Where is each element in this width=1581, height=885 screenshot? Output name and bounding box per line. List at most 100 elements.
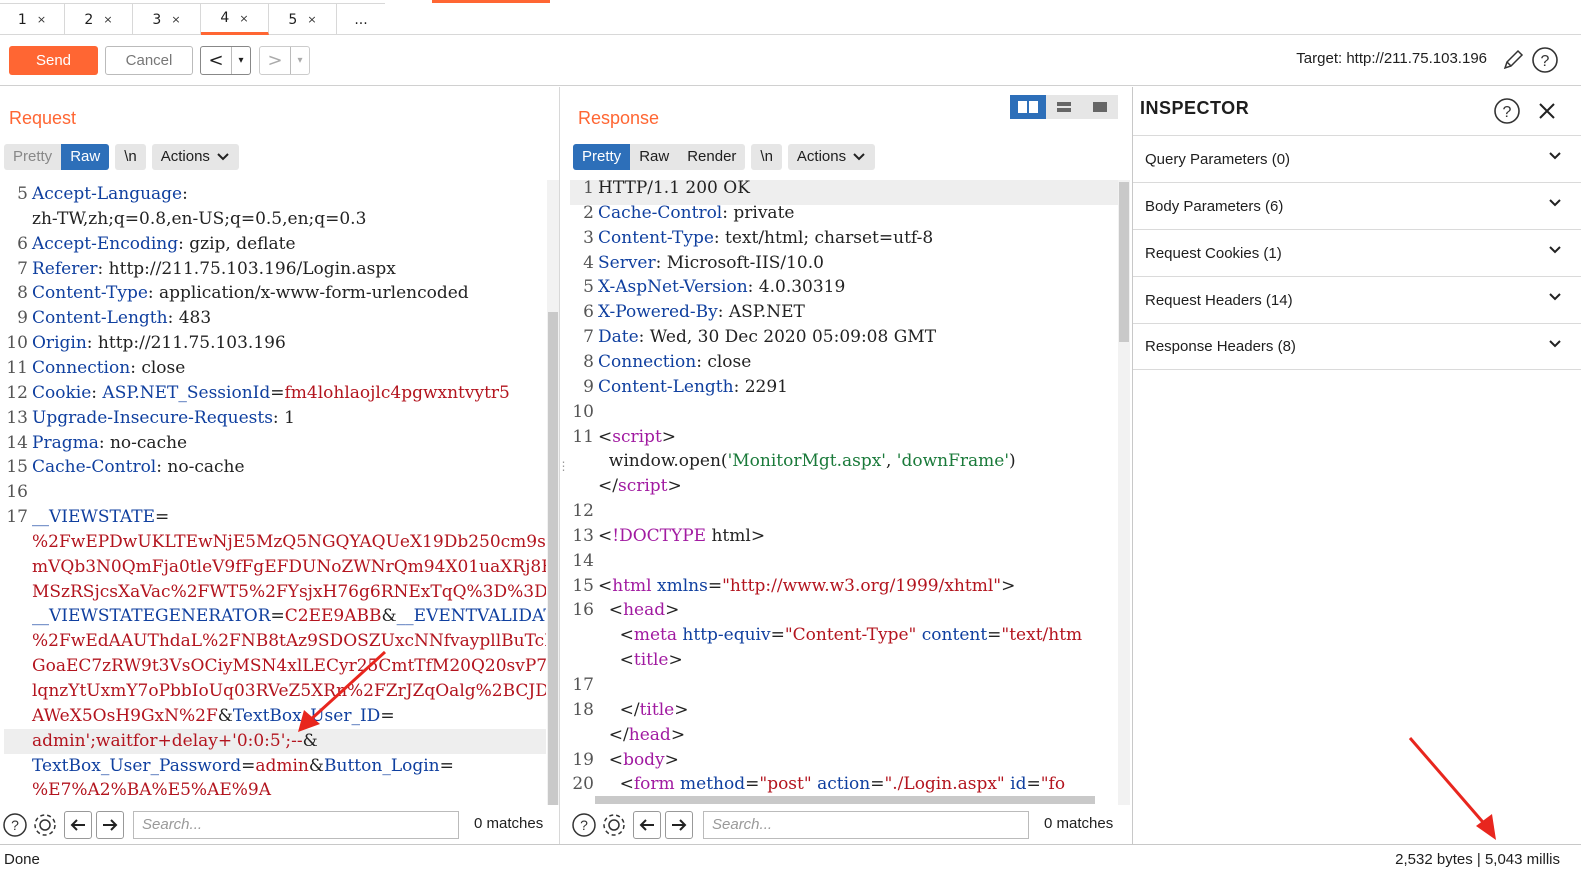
help-icon[interactable]: ?: [1493, 97, 1521, 129]
settings-gear-icon[interactable]: [30, 810, 60, 840]
code-token: admin';waitfor+delay+'0:0:5';--: [32, 730, 303, 751]
line-number: 9: [583, 376, 594, 397]
tab-more[interactable]: ...: [337, 3, 385, 35]
close-icon[interactable]: ×: [37, 13, 46, 26]
code-token: Referer: [32, 258, 98, 279]
actions-dropdown[interactable]: Actions: [787, 144, 876, 170]
line-number: 4: [583, 252, 594, 273]
code-token: zh-TW,zh;q=0.8,en-US;q=0.5,en;q=0.3: [32, 208, 367, 229]
code-token: :: [178, 233, 190, 254]
pane-splitter[interactable]: ⋮: [558, 87, 570, 844]
arrow-left-icon[interactable]: [64, 811, 92, 839]
response-editor[interactable]: 1 HTTP/1.1 200 OK 2 Cache-Control: private 3…: [570, 180, 1118, 802]
help-icon[interactable]: ?: [569, 810, 599, 840]
chevron-down-icon[interactable]: ▾: [290, 47, 309, 74]
pretty-tab[interactable]: Pretty: [4, 144, 61, 170]
close-icon[interactable]: [1537, 101, 1557, 125]
code-token: >: [667, 476, 682, 497]
chevron-down-icon[interactable]: ▾: [231, 47, 250, 74]
code-token: no-cache: [109, 432, 188, 453]
request-pane-title: Request: [9, 108, 77, 128]
response-search-input[interactable]: Search...: [703, 811, 1029, 839]
status-text: Done: [4, 851, 40, 868]
request-editor[interactable]: 5 Accept-Language: zh-TW,zh;q=0.8,en-US;q=…: [4, 180, 546, 802]
layout-single-icon[interactable]: [1082, 95, 1118, 119]
arrow-left-icon[interactable]: [633, 811, 661, 839]
newline-toggle[interactable]: \n: [751, 144, 782, 170]
code-token: http://211.75.103.196/Login.aspx: [108, 258, 396, 279]
newline-toggle[interactable]: \n: [115, 144, 146, 170]
code-token: Cache-Control: [32, 457, 157, 478]
tab-5[interactable]: 5 ×: [269, 3, 337, 35]
code-line: Accept-Encoding: gzip, deflate: [32, 234, 296, 254]
line-number: 6: [17, 233, 28, 254]
close-icon[interactable]: ×: [239, 12, 248, 25]
tab-1[interactable]: 1 ×: [0, 3, 65, 35]
code-token: Server: [598, 252, 656, 273]
line-number: 17: [6, 507, 28, 528]
response-hscrollbar-thumb[interactable]: [595, 796, 1095, 804]
layout-toggle: [1010, 95, 1118, 119]
layout-stacked-icon[interactable]: [1046, 95, 1082, 119]
code-token: "http://www.w3.org/1999/xhtml": [722, 575, 1002, 596]
history-forward-group[interactable]: > ▾: [259, 46, 310, 75]
code-line: Origin: http://211.75.103.196: [32, 333, 286, 353]
tab-4[interactable]: 4 ×: [201, 3, 269, 35]
pretty-tab[interactable]: Pretty: [573, 144, 631, 170]
tab-2[interactable]: 2 ×: [65, 3, 133, 35]
code-token: 'MonitorMgt.aspx': [727, 451, 886, 472]
help-icon[interactable]: ?: [1530, 45, 1560, 75]
code-token: TextBox_User_Password: [32, 755, 242, 776]
render-tab[interactable]: Render: [678, 144, 745, 170]
line-number: 15: [6, 457, 28, 478]
line-number: 12: [572, 501, 594, 522]
close-icon[interactable]: ×: [307, 13, 316, 26]
code-line: __VIEWSTATEGENERATOR=C2EE9ABB&__EVENTVAL…: [32, 606, 546, 626]
edit-pencil-icon[interactable]: [1498, 45, 1528, 75]
settings-gear-icon[interactable]: [599, 810, 629, 840]
inspector-section-body-parameters[interactable]: Body Parameters (6): [1133, 182, 1581, 229]
forward-arrow-icon[interactable]: >: [260, 50, 290, 71]
response-scrollbar-thumb[interactable]: [1119, 182, 1129, 342]
history-back-group[interactable]: < ▾: [200, 46, 251, 75]
line-number: 19: [572, 749, 594, 770]
actions-dropdown[interactable]: Actions: [151, 144, 239, 170]
code-token: &: [308, 755, 325, 776]
code-token: : Wed, 30 Dec 2020 05:09:08 GMT: [638, 327, 937, 348]
layout-split-icon[interactable]: [1010, 95, 1046, 119]
section-label: Response Headers (8): [1145, 338, 1296, 355]
code-token: Pragma: [32, 432, 99, 453]
code-token: Date: [598, 327, 639, 348]
help-icon[interactable]: ?: [0, 810, 30, 840]
code-line: zh-TW,zh;q=0.8,en-US;q=0.5,en;q=0.3: [32, 209, 366, 229]
response-match-count: 0 matches: [1044, 815, 1114, 832]
code-token: 1: [284, 407, 295, 428]
back-arrow-icon[interactable]: <: [201, 50, 231, 71]
code-token: !DOCTYPE: [612, 525, 707, 546]
send-button[interactable]: Send: [9, 46, 98, 75]
request-scrollbar-thumb[interactable]: [548, 312, 558, 805]
code-token: method: [674, 774, 746, 795]
request-search-input[interactable]: Search...: [133, 811, 459, 839]
code-token: Button_Login: [324, 755, 440, 776]
code-token: close: [141, 357, 186, 378]
tab-3[interactable]: 3 ×: [133, 3, 201, 35]
inspector-section-response-headers[interactable]: Response Headers (8): [1133, 323, 1581, 370]
raw-tab[interactable]: Raw: [630, 144, 678, 170]
cancel-button[interactable]: Cancel: [105, 46, 193, 75]
close-icon[interactable]: ×: [171, 13, 180, 26]
code-token: Cookie: [32, 382, 92, 403]
arrow-right-icon[interactable]: [96, 811, 124, 839]
raw-tab[interactable]: Raw: [61, 144, 110, 170]
inspector-section-request-cookies[interactable]: Request Cookies (1): [1133, 229, 1581, 276]
inspector-section-query-parameters[interactable]: Query Parameters (0): [1133, 135, 1581, 182]
line-number: 13: [6, 407, 28, 428]
tab-label: 5: [288, 11, 298, 28]
code-token: id: [1004, 774, 1027, 795]
arrow-right-icon[interactable]: [665, 811, 693, 839]
inspector-section-request-headers[interactable]: Request Headers (14): [1133, 276, 1581, 323]
close-icon[interactable]: ×: [103, 13, 112, 26]
code-token: mVQb3N0QmFja0tleV9fFgEFDUNoZWNrQm94X01ua…: [32, 556, 546, 577]
code-line: Upgrade-Insecure-Requests: 1: [32, 408, 295, 428]
line-number: 16: [6, 482, 28, 503]
